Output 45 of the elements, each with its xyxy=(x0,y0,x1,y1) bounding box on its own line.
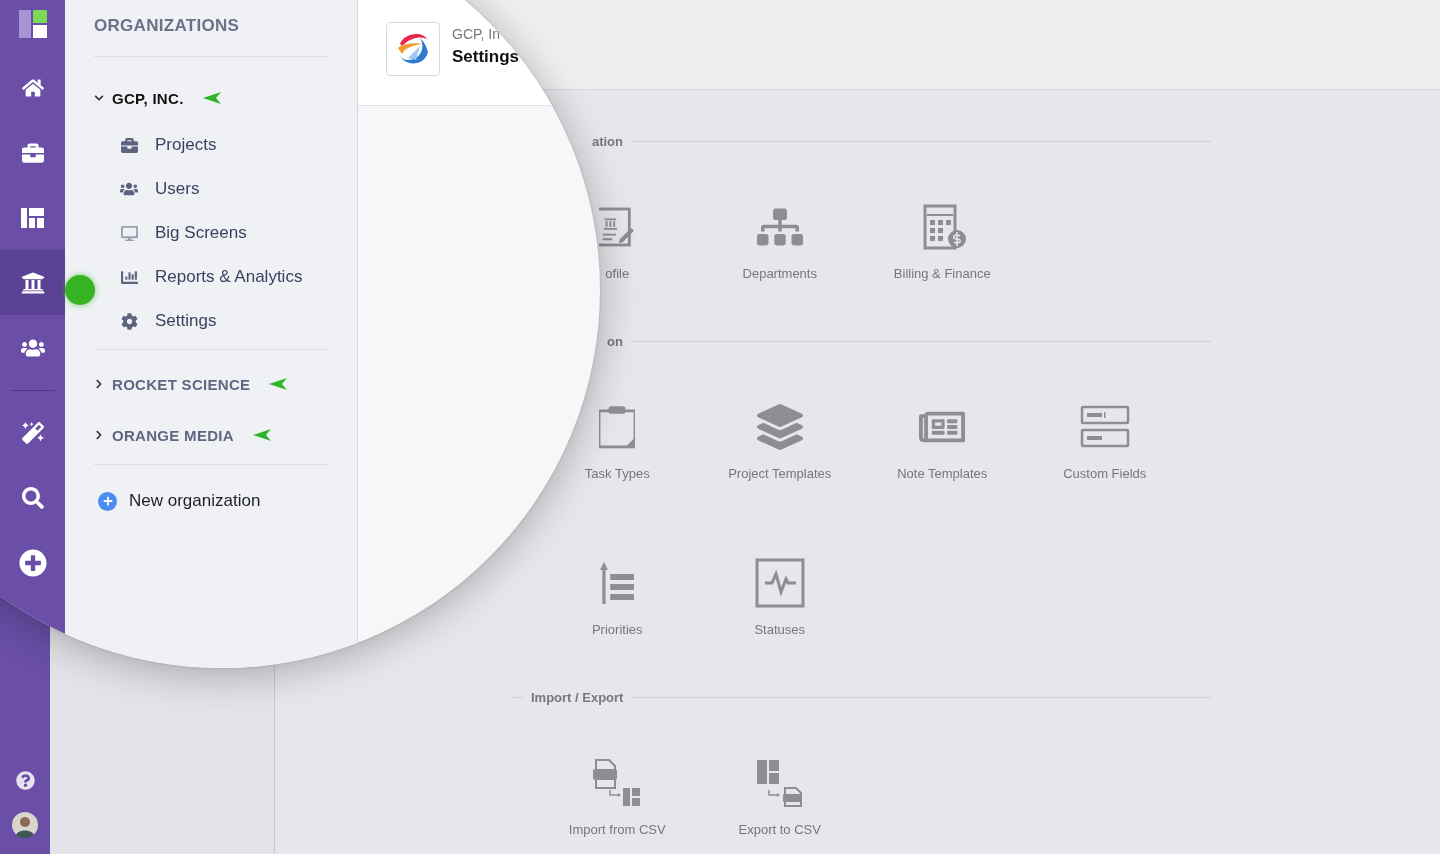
settings-link[interactable]: Billing & Finance xyxy=(893,266,991,282)
app-logo[interactable] xyxy=(18,10,47,38)
users-icon xyxy=(120,180,138,198)
settings-link[interactable]: Note Templates xyxy=(897,466,988,482)
settings-link[interactable]: Project Templates xyxy=(728,466,832,482)
section-heading: ation xyxy=(590,133,623,149)
settings-link[interactable]: Task Types xyxy=(584,466,650,482)
gear-icon xyxy=(120,312,138,330)
add-icon xyxy=(98,491,117,511)
settings-link[interactable]: Export to CSV xyxy=(738,822,821,838)
bank-icon[interactable] xyxy=(0,250,65,315)
settings-link[interactable]: Import from CSV xyxy=(568,822,666,838)
settings-link[interactable]: Statuses xyxy=(754,622,806,638)
panel-heading: ORGANIZATIONS xyxy=(94,0,328,57)
pointer-icon xyxy=(268,377,289,391)
settings-link[interactable]: Priorities xyxy=(591,622,643,638)
help-icon[interactable] xyxy=(15,771,35,790)
organization-name[interactable]: ROCKET SCIENCE xyxy=(112,375,251,393)
monitor-icon xyxy=(120,224,138,242)
chevron-right-icon[interactable] xyxy=(94,379,104,389)
pulse-icon[interactable] xyxy=(754,558,805,608)
menu-item[interactable]: Reports & Analytics xyxy=(155,267,303,287)
settings-link[interactable]: Departments xyxy=(742,266,817,282)
menu-item[interactable]: Settings xyxy=(155,311,217,331)
chevron-right-icon[interactable] xyxy=(94,430,104,440)
csv-export-icon[interactable] xyxy=(754,758,805,808)
settings-link[interactable]: Custom Fields xyxy=(1063,466,1147,482)
layers-icon[interactable] xyxy=(756,402,803,452)
menu-item[interactable]: Projects xyxy=(155,135,217,155)
briefcase-icon xyxy=(120,136,138,154)
page-title: Settings xyxy=(452,47,520,67)
bar-chart-icon xyxy=(120,268,138,286)
section-heading: Import / Export xyxy=(531,689,624,705)
section-heading: on xyxy=(606,333,623,349)
menu-item[interactable]: Big Screens xyxy=(155,223,247,243)
csv-import-icon[interactable] xyxy=(592,758,643,808)
company-logo xyxy=(386,22,440,76)
organization-name[interactable]: ORANGE MEDIA xyxy=(112,426,234,444)
settings-link[interactable]: ofile xyxy=(605,266,630,282)
breadcrumb: GCP, In xyxy=(452,26,501,42)
avatar[interactable] xyxy=(12,812,38,838)
organization-name[interactable]: GCP, INC. xyxy=(112,89,184,107)
new-organization-button[interactable]: New organization xyxy=(94,484,261,518)
chevron-down-icon[interactable] xyxy=(94,93,104,103)
menu-item[interactable]: Users xyxy=(155,179,200,199)
